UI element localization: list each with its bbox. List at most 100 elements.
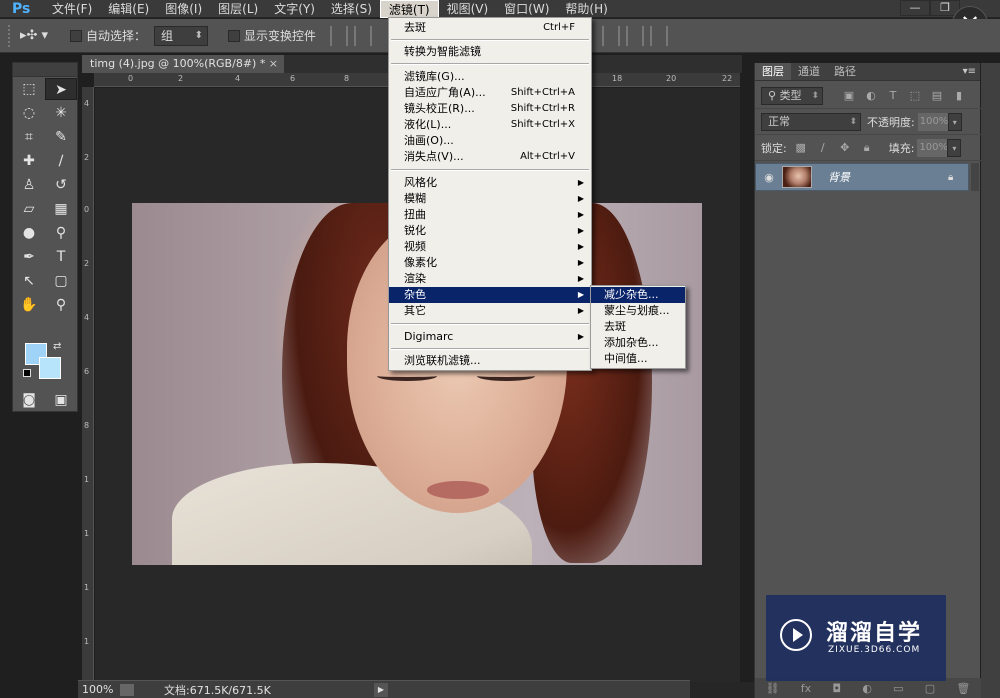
history-brush-tool-icon[interactable]: ↺ xyxy=(45,174,77,196)
menu-type[interactable]: 文字(Y) xyxy=(266,0,323,18)
menu-item-digimarc[interactable]: Digimarc ▶ xyxy=(389,329,591,345)
menu-item-convert-smart-filter[interactable]: 转换为智能滤镜 xyxy=(389,44,591,60)
layer-row-background[interactable]: ◉ 背景 🔒︎ xyxy=(755,163,969,191)
move-tool-preset-icon[interactable]: ▸✣ ▾ xyxy=(20,25,60,47)
crop-tool-icon[interactable]: ⌗ xyxy=(13,126,45,148)
menu-item-browse-online-filters[interactable]: 浏览联机滤镜... xyxy=(389,353,591,369)
new-layer-icon[interactable]: ▢ xyxy=(925,682,935,695)
blend-mode-dropdown[interactable]: 正常 xyxy=(761,112,861,131)
screen-mode-icon[interactable]: ▣ xyxy=(45,389,77,411)
lasso-tool-icon[interactable]: ◌ xyxy=(13,102,45,124)
lock-all-icon[interactable]: 🔒︎ xyxy=(859,141,875,155)
zoom-level-field[interactable]: 100% xyxy=(78,683,120,696)
panel-menu-icon[interactable]: ▾≡ xyxy=(963,66,976,77)
new-group-icon[interactable]: ▭ xyxy=(893,682,903,695)
blur-tool-icon[interactable]: ● xyxy=(13,222,45,244)
fill-field[interactable]: 100% xyxy=(917,138,948,157)
minimize-button[interactable]: — xyxy=(900,0,930,16)
move-tool-icon[interactable]: ➤ xyxy=(45,78,77,100)
menu-edit[interactable]: 编辑(E) xyxy=(100,0,157,18)
layer-style-icon[interactable]: fx xyxy=(801,682,811,695)
tools-panel-header[interactable] xyxy=(13,63,77,77)
menu-item-liquify[interactable]: 液化(L)... Shift+Ctrl+X xyxy=(389,117,591,133)
layer-name[interactable]: 背景 xyxy=(828,169,948,185)
menu-item-pixelate[interactable]: 像素化 ▶ xyxy=(389,255,591,271)
brush-tool-icon[interactable]: ∕ xyxy=(45,150,77,172)
close-tab-icon[interactable]: × xyxy=(269,55,278,73)
layer-filter-kind-dropdown[interactable]: ⚲ 类型 xyxy=(761,86,823,105)
menu-item-distort[interactable]: 扭曲 ▶ xyxy=(389,207,591,223)
background-color-swatch[interactable] xyxy=(39,357,61,379)
submenu-item-add-noise[interactable]: 添加杂色... xyxy=(591,335,685,351)
quick-mask-icon[interactable]: ◙ xyxy=(13,389,45,411)
filter-shape-icon[interactable]: ⬚ xyxy=(907,89,923,103)
document-tab[interactable]: timg (4).jpg @ 100%(RGB/8#) * × xyxy=(82,55,284,73)
show-transform-checkbox[interactable] xyxy=(228,29,241,42)
distribute-icon[interactable] xyxy=(602,25,621,46)
clone-stamp-tool-icon[interactable]: ♙ xyxy=(13,174,45,196)
menu-item-vanishing-point[interactable]: 消失点(V)... Alt+Ctrl+V xyxy=(389,149,591,165)
menu-item-lens-correction[interactable]: 镜头校正(R)... Shift+Ctrl+R xyxy=(389,101,591,117)
eraser-tool-icon[interactable]: ▱ xyxy=(13,198,45,220)
menu-item-sharpen[interactable]: 锐化 ▶ xyxy=(389,223,591,239)
menu-window[interactable]: 窗口(W) xyxy=(496,0,557,18)
menu-item-oil-paint[interactable]: 油画(O)... xyxy=(389,133,591,149)
tab-layers[interactable]: 图层 xyxy=(755,63,791,80)
eyedropper-tool-icon[interactable]: ✎ xyxy=(45,126,77,148)
menu-item-render[interactable]: 渲染 ▶ xyxy=(389,271,591,287)
tab-paths[interactable]: 路径 xyxy=(827,63,863,80)
visibility-eye-icon[interactable]: ◉ xyxy=(756,171,782,184)
lock-pixels-icon[interactable]: ∕ xyxy=(815,141,831,155)
pen-tool-icon[interactable]: ✒ xyxy=(13,246,45,268)
path-selection-tool-icon[interactable]: ↖ xyxy=(13,270,45,292)
menu-item-stylize[interactable]: 风格化 ▶ xyxy=(389,175,591,191)
menu-item-video[interactable]: 视频 ▶ xyxy=(389,239,591,255)
menu-item-filter-gallery[interactable]: 滤镜库(G)... xyxy=(389,69,591,85)
menu-item-adaptive-wide-angle[interactable]: 自适应广角(A)... Shift+Ctrl+A xyxy=(389,85,591,101)
menu-layer[interactable]: 图层(L) xyxy=(210,0,266,18)
align-middle-icon[interactable] xyxy=(354,25,373,46)
opacity-field[interactable]: 100% xyxy=(917,112,948,131)
delete-layer-icon[interactable]: 🗑︎ xyxy=(956,682,970,695)
adjustment-layer-icon[interactable]: ◐ xyxy=(862,682,872,695)
hand-tool-icon[interactable]: ✋ xyxy=(13,294,45,316)
filter-adjustment-icon[interactable]: ◐ xyxy=(863,89,879,103)
submenu-item-reduce-noise[interactable]: 减少杂色... xyxy=(591,287,685,303)
add-mask-icon[interactable]: ◘ xyxy=(832,682,841,695)
filter-smart-object-icon[interactable]: ▤ xyxy=(929,89,945,103)
healing-brush-tool-icon[interactable]: ✚ xyxy=(13,150,45,172)
opacity-dropdown-icon[interactable]: ▾ xyxy=(947,112,962,131)
menu-filter[interactable]: 滤镜(T) xyxy=(379,0,439,18)
menu-item-other[interactable]: 其它 ▶ xyxy=(389,303,591,319)
menu-file[interactable]: 文件(F) xyxy=(44,0,100,18)
submenu-item-median[interactable]: 中间值... xyxy=(591,351,685,367)
marquee-tool-icon[interactable]: ⬚ xyxy=(13,78,45,100)
filter-pixel-icon[interactable]: ▣ xyxy=(841,89,857,103)
zoom-tool-icon[interactable]: ⚲ xyxy=(45,294,77,316)
menu-select[interactable]: 选择(S) xyxy=(323,0,380,18)
distribute-center-icon[interactable] xyxy=(626,25,645,46)
default-colors-icon[interactable] xyxy=(23,369,31,377)
swap-colors-icon[interactable]: ⇄ xyxy=(53,341,61,352)
menu-item-blur[interactable]: 模糊 ▶ xyxy=(389,191,591,207)
status-menu-arrow-icon[interactable]: ▶ xyxy=(374,682,388,697)
lock-transparent-icon[interactable]: ▩ xyxy=(793,141,809,155)
options-grip[interactable] xyxy=(8,24,12,47)
dodge-tool-icon[interactable]: ⚲ xyxy=(45,222,77,244)
magic-wand-tool-icon[interactable]: ✳ xyxy=(45,102,77,124)
status-info-icon[interactable] xyxy=(120,683,134,696)
fill-dropdown-icon[interactable]: ▾ xyxy=(947,138,962,157)
filter-toggle-icon[interactable]: ▮ xyxy=(951,89,967,103)
distribute-vertical-icon[interactable] xyxy=(650,25,669,46)
filter-type-icon[interactable]: T xyxy=(885,89,901,103)
align-top-icon[interactable] xyxy=(330,25,349,46)
submenu-item-dust-scratches[interactable]: 蒙尘与划痕... xyxy=(591,303,685,319)
menu-image[interactable]: 图像(I) xyxy=(157,0,210,18)
auto-select-dropdown[interactable]: 组 xyxy=(154,25,209,46)
submenu-item-despeckle[interactable]: 去斑 xyxy=(591,319,685,335)
menu-help[interactable]: 帮助(H) xyxy=(557,0,615,18)
shape-tool-icon[interactable]: ▢ xyxy=(45,270,77,292)
menu-item-noise[interactable]: 杂色 ▶ xyxy=(389,287,591,303)
lock-position-icon[interactable]: ✥ xyxy=(837,141,853,155)
panel-scrollbar[interactable] xyxy=(971,163,979,191)
